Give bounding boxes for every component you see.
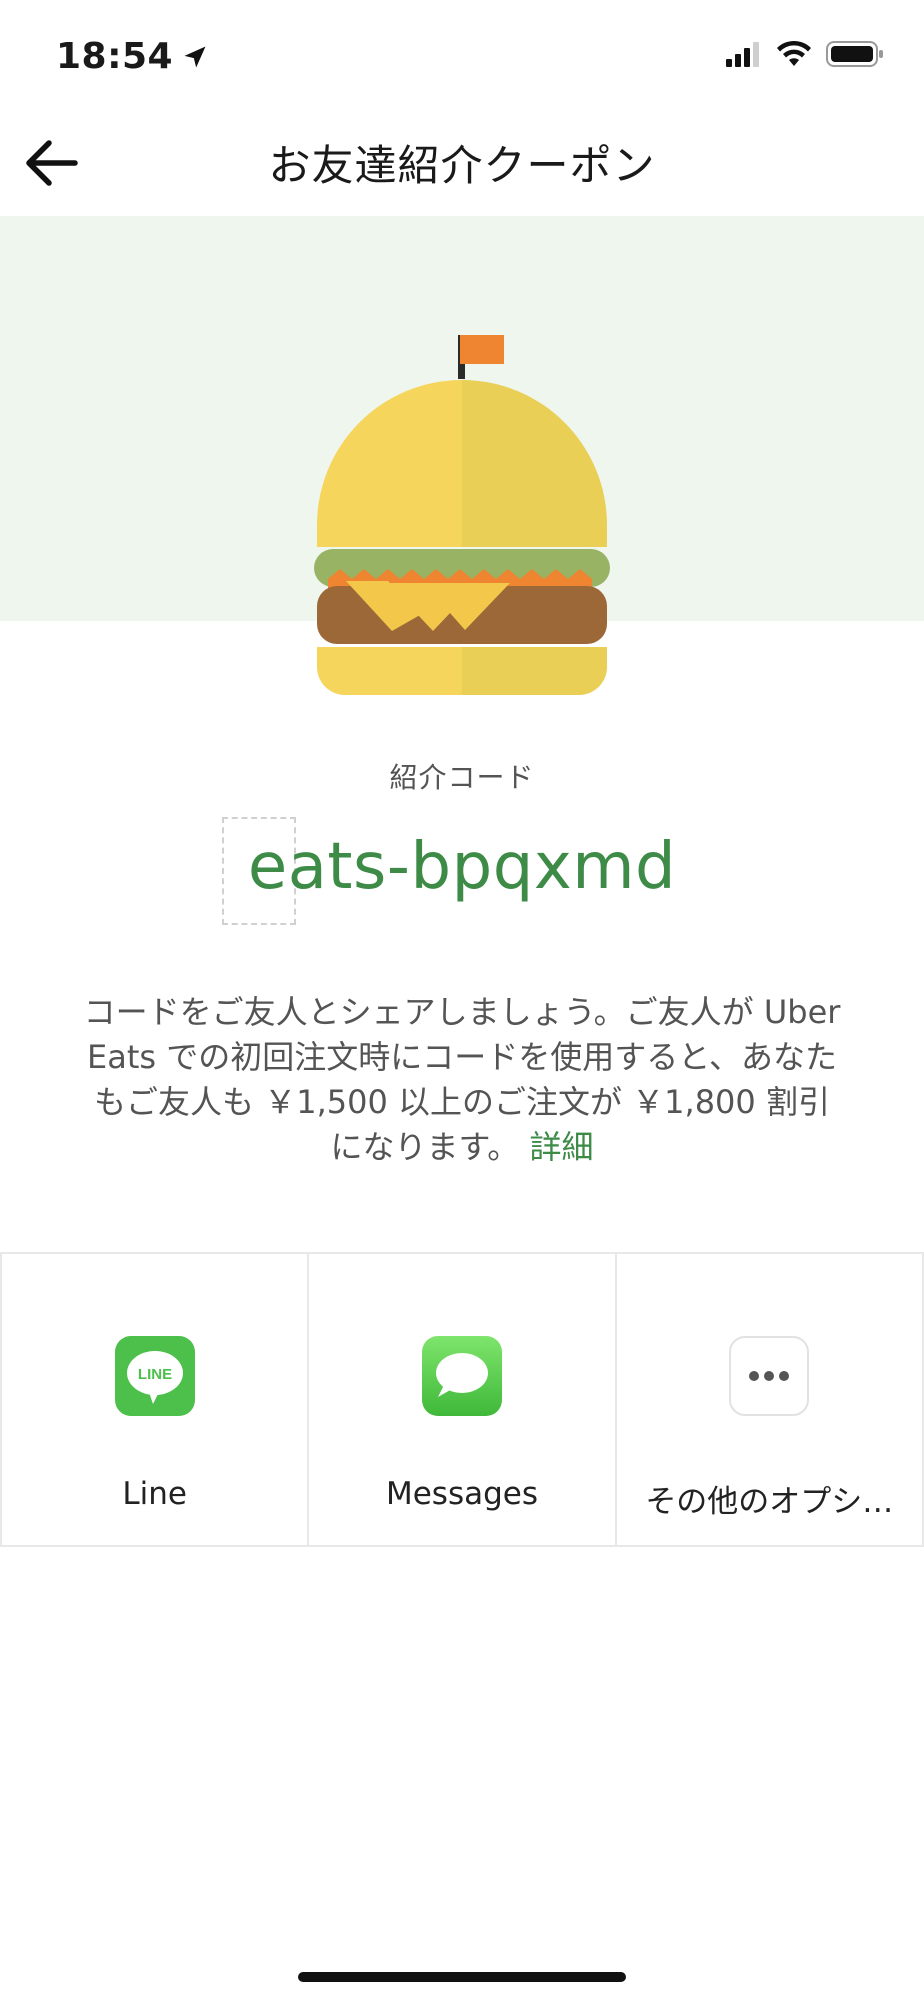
share-line-label: Line (122, 1476, 187, 1512)
line-bubble-icon: LINE (126, 1351, 183, 1404)
more-options-icon (729, 1336, 810, 1416)
burger-illustration (314, 335, 610, 695)
ellipsis-icon (749, 1371, 790, 1381)
share-messages-label: Messages (385, 1476, 538, 1512)
referral-code[interactable]: eats-bpqxmd (0, 830, 924, 904)
battery-icon (826, 41, 883, 67)
share-more-options-label: その他のオプシ… (645, 1484, 894, 1520)
details-link[interactable]: 詳細 (529, 1128, 593, 1166)
referral-description: コードをご友人とシェアしましょう。ご友人が Uber Eats での初回注文時に… (80, 990, 844, 1170)
page-title: お友達紹介クーポン (268, 141, 656, 190)
line-icon: LINE (114, 1336, 195, 1416)
share-messages-button[interactable]: Messages (307, 1254, 614, 1545)
status-time: 18:54 (56, 36, 209, 77)
status-icons (726, 40, 884, 68)
referral-description-text: コードをご友人とシェアしましょう。ご友人が Uber Eats での初回注文時に… (83, 993, 841, 1166)
status-bar: 18:54 (0, 0, 924, 110)
navigation-bar: お友達紹介クーポン (0, 110, 924, 216)
svg-text:LINE: LINE (138, 1366, 172, 1383)
location-arrow-icon (184, 46, 206, 67)
status-time-text: 18:54 (56, 36, 174, 77)
wifi-icon (777, 40, 811, 66)
home-indicator[interactable] (298, 1972, 626, 1982)
cellular-signal-icon (726, 42, 759, 67)
referral-code-label: 紹介コード (389, 761, 535, 794)
share-line-button[interactable]: LINE Line (0, 1254, 307, 1545)
messages-icon (421, 1336, 502, 1416)
share-options: LINE Line Messages その他のオプシ… (0, 1252, 924, 1547)
speech-bubble-icon (435, 1353, 488, 1397)
share-more-options-button[interactable]: その他のオプシ… (614, 1254, 924, 1545)
